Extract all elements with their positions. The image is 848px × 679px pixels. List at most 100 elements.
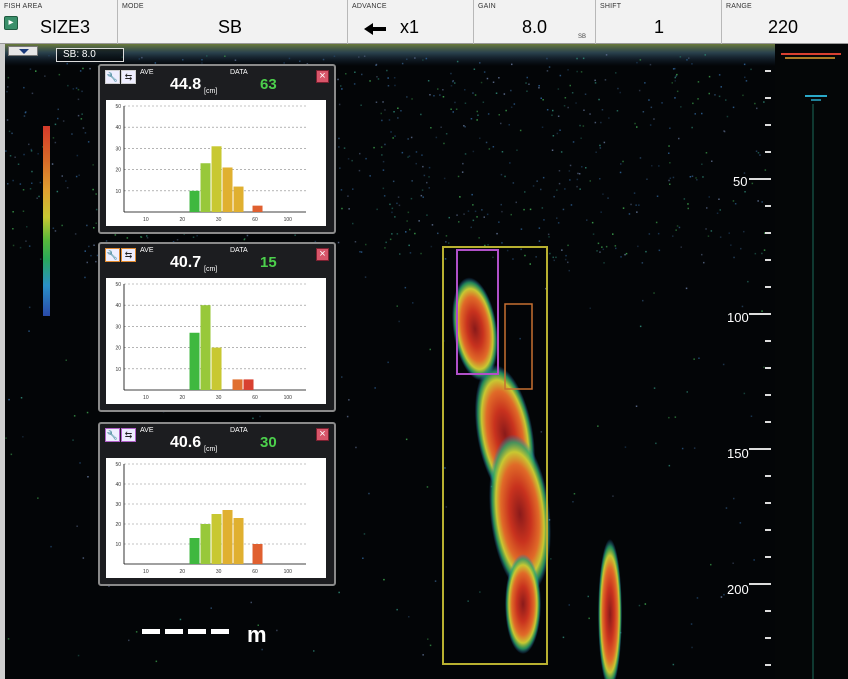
- depth-tick: [749, 313, 771, 315]
- ave-label: AVE: [140, 69, 154, 76]
- close-icon[interactable]: ×: [316, 428, 329, 441]
- histogram-bar: [211, 146, 222, 212]
- ave-label: AVE: [140, 247, 154, 254]
- depth-tick: [765, 664, 771, 666]
- x-tick-label: 30: [216, 217, 222, 223]
- wrench-icon[interactable]: 🔧: [105, 248, 120, 262]
- x-tick-label: 20: [179, 395, 185, 401]
- gain-sub-label: SB: [578, 34, 587, 40]
- depth-label-150: 150: [727, 446, 749, 461]
- data-count: 63: [260, 76, 277, 93]
- depth-tick: [765, 124, 771, 126]
- histogram-bar: [222, 167, 233, 212]
- histogram-bar: [232, 379, 243, 390]
- gain-value: 8.0: [522, 17, 548, 37]
- histogram-panel-1[interactable]: 🔧 ⇆ AVE 44.8 [cm] DATA 63 × 10 20 30 40 50 10…: [98, 64, 336, 234]
- depth-tick: [765, 475, 771, 477]
- histogram-bar: [200, 163, 211, 212]
- y-tick-label: 10: [115, 542, 121, 548]
- mode-value: SB: [218, 17, 243, 37]
- close-icon[interactable]: ×: [316, 70, 329, 83]
- x-tick-label: 60: [252, 395, 258, 401]
- gain-cell[interactable]: GAIN 8.0 SB: [474, 0, 596, 44]
- data-label: DATA: [230, 247, 248, 254]
- advance-cell[interactable]: ADVANCE x1: [348, 0, 474, 44]
- ave-unit: [cm]: [204, 446, 218, 453]
- y-tick-label: 50: [115, 462, 121, 468]
- x-tick-label: 100: [284, 217, 293, 223]
- range-label: RANGE: [726, 3, 752, 10]
- histogram-bar: [200, 524, 211, 564]
- ave-unit: [cm]: [204, 88, 218, 95]
- x-tick-label: 100: [284, 395, 293, 401]
- histogram-bar: [222, 510, 233, 564]
- gain-label: GAIN: [478, 3, 496, 10]
- fish-area-label: FISH AREA: [4, 3, 43, 10]
- histogram-bar: [243, 379, 254, 390]
- close-icon[interactable]: ×: [316, 248, 329, 261]
- y-tick-label: 40: [115, 125, 121, 131]
- ave-value: 44.8: [170, 76, 202, 93]
- range-cell[interactable]: RANGE 220: [722, 0, 848, 44]
- x-tick-label: 100: [284, 569, 293, 575]
- histogram-panel-3[interactable]: 🔧 ⇆ AVE 40.6 [cm] DATA 30 × 10 20 30 40 50 10…: [98, 422, 336, 586]
- swap-icon[interactable]: ⇆: [121, 428, 136, 442]
- shift-label: SHIFT: [600, 3, 622, 10]
- histogram-bar: [189, 332, 200, 390]
- histogram-bar: [189, 190, 200, 212]
- wrench-icon[interactable]: 🔧: [105, 70, 120, 84]
- y-tick-label: 20: [115, 522, 121, 528]
- depth-tick: [765, 637, 771, 639]
- y-tick-label: 50: [115, 104, 121, 110]
- y-tick-label: 20: [115, 168, 121, 174]
- depth-tick: [765, 151, 771, 153]
- depth-label-50: 50: [733, 174, 748, 189]
- histogram-bar: [211, 347, 222, 390]
- histogram-chart: 10 20 30 40 50 10 20 30 60 100: [106, 278, 326, 404]
- histogram-panel-2[interactable]: 🔧 ⇆ AVE 40.7 [cm] DATA 15 × 10 20 30 40 50 10…: [98, 242, 336, 412]
- swap-icon[interactable]: ⇆: [121, 248, 136, 262]
- range-value: 220: [768, 17, 799, 37]
- scale-unit: m: [247, 622, 267, 647]
- depth-tick: [765, 259, 771, 261]
- histogram-bar: [233, 186, 244, 212]
- depth-tick: [765, 502, 771, 504]
- y-tick-label: 50: [115, 282, 121, 288]
- depth-tick: [765, 340, 771, 342]
- fish-area-cell[interactable]: FISH AREA ▸ SIZE3: [0, 0, 118, 44]
- wrench-icon[interactable]: 🔧: [105, 428, 120, 442]
- arrow-left-icon: [364, 23, 386, 35]
- histogram-bar: [252, 205, 263, 212]
- depth-tick: [765, 610, 771, 612]
- depth-tick: [765, 97, 771, 99]
- depth-tick: [765, 286, 771, 288]
- ave-value: 40.7: [170, 254, 202, 271]
- x-tick-label: 10: [143, 217, 149, 223]
- top-status-bar: FISH AREA ▸ SIZE3 MODE SB ADVANCE x1 GAI…: [0, 0, 848, 44]
- histogram-svg: 10 20 30 40 50 10 20 30 60 100: [115, 104, 306, 223]
- color-scale-bar: [43, 126, 50, 316]
- histogram-chart: 10 20 30 40 50 10 20 30 60 100: [106, 100, 326, 226]
- histogram-bar: [211, 514, 222, 564]
- data-label: DATA: [230, 427, 248, 434]
- depth-tick: [765, 70, 771, 72]
- depth-tick: [749, 178, 771, 180]
- y-tick-label: 10: [115, 189, 121, 195]
- advance-label: ADVANCE: [352, 3, 387, 10]
- advance-value: x1: [400, 17, 420, 37]
- shift-value: 1: [654, 17, 665, 37]
- histogram-bar: [252, 544, 263, 564]
- swap-icon[interactable]: ⇆: [121, 70, 136, 84]
- depth-label-100: 100: [727, 310, 749, 325]
- data-count: 30: [260, 434, 277, 451]
- shift-cell[interactable]: SHIFT 1: [596, 0, 722, 44]
- dropdown-button[interactable]: [8, 46, 38, 56]
- x-tick-label: 30: [216, 395, 222, 401]
- mode-cell[interactable]: MODE SB: [118, 0, 348, 44]
- y-tick-label: 20: [115, 346, 121, 352]
- depth-tick: [765, 205, 771, 207]
- menu-icon[interactable]: ▸: [4, 16, 18, 30]
- ave-label: AVE: [140, 427, 154, 434]
- data-count: 15: [260, 254, 277, 271]
- depth-tick: [765, 394, 771, 396]
